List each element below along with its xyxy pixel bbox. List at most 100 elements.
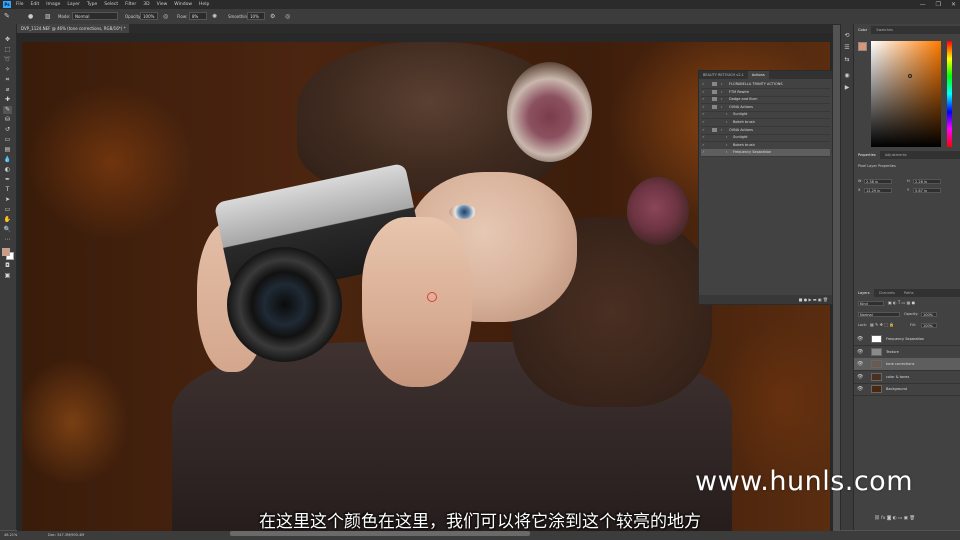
tab-channels[interactable]: Channels [875,289,899,297]
history-brush-tool-icon[interactable]: ↺ [3,126,12,134]
menu-3d[interactable]: 3D [143,0,149,9]
crop-tool-icon[interactable]: ⌗ [3,76,12,84]
airbrush-icon[interactable]: ✺ [212,13,217,20]
tab-adjustments[interactable]: Adjustments [881,151,911,159]
tab-paths[interactable]: Paths [900,289,918,297]
width-field[interactable]: 2.38 in [864,179,892,184]
expand-arrow-icon[interactable]: › [726,111,727,118]
action-toggle-check-icon[interactable]: ✓ [702,81,705,88]
layer-row[interactable]: 👁 Frequency Separation [854,333,960,346]
expand-arrow-icon[interactable]: › [721,104,722,111]
blend-mode-select[interactable]: Normal [858,312,900,317]
hue-slider[interactable] [947,41,952,147]
action-row[interactable]: ✓ › Frequency Separation [701,149,830,158]
tab-color[interactable]: Color [854,26,872,34]
shape-tool-icon[interactable]: ▭ [3,206,12,214]
maximize-icon[interactable]: ❐ [936,0,941,9]
action-toggle-check-icon[interactable]: ✓ [702,119,705,126]
expand-arrow-icon[interactable]: › [726,149,727,156]
gear-icon[interactable]: ⚙ [270,13,275,20]
healing-tool-icon[interactable]: ✚ [3,96,12,104]
fill-input[interactable]: 100% [921,323,937,328]
minimize-icon[interactable]: — [920,0,926,9]
lock-icons[interactable]: ▦ ✎ ✥ ⬚ 🔒 [870,322,894,328]
pressure-opacity-icon[interactable]: ◎ [163,13,168,20]
action-controls-icons[interactable]: ■ ● ▶ ▬ ▣ 🗑 [799,297,832,302]
blur-tool-icon[interactable]: 💧 [3,156,12,164]
type-tool-icon[interactable]: T [3,186,12,194]
tab-layers[interactable]: Layers [854,289,874,297]
menu-edit[interactable]: Edit [31,0,40,9]
more-tools-icon[interactable]: ⋯ [3,236,12,244]
brush-tool-icon[interactable]: ✎ [4,13,10,20]
gradient-tool-icon[interactable]: ▤ [3,146,12,154]
expand-arrow-icon[interactable]: › [726,142,727,149]
move-tool-icon[interactable]: ✥ [3,36,12,44]
menu-view[interactable]: View [157,0,168,9]
screen-mode-icon[interactable]: ▣ [3,272,12,280]
document-tab[interactable]: DVP_1124.NEF @ 46% (tone corrections, RG… [17,24,129,33]
action-toggle-check-icon[interactable]: ✓ [702,149,705,156]
clone-stamp-tool-icon[interactable]: ⛁ [3,116,12,124]
visibility-eye-icon[interactable]: 👁 [857,371,863,383]
menu-window[interactable]: Window [174,0,192,9]
adjust-icon[interactable]: ⇆ [843,56,851,64]
layer-row[interactable]: 👁 Background [854,383,960,396]
opacity-input[interactable]: 100% [140,12,158,20]
expand-arrow-icon[interactable]: › [721,96,722,103]
quick-select-tool-icon[interactable]: ✧ [3,66,12,74]
layer-filter-kind[interactable]: Kind [858,301,884,306]
tab-properties[interactable]: Properties [854,151,880,159]
menu-type[interactable]: Type [87,0,97,9]
eyedropper-tool-icon[interactable]: ⌀ [3,86,12,94]
tab-swatches[interactable]: Swatches [872,26,897,34]
visibility-eye-icon[interactable]: 👁 [857,333,863,345]
tab-beauty-retouch[interactable]: BEAUTY RETOUCH v2.1 [699,71,748,79]
x-field[interactable]: 12.29 in [864,188,892,193]
close-icon[interactable]: ✕ [951,0,956,9]
visibility-eye-icon[interactable]: 👁 [857,358,863,370]
pen-tool-icon[interactable]: ✒ [3,176,12,184]
layer-row[interactable]: 👁 Texture [854,346,960,359]
layer-filter-icons[interactable]: ▣ ◐ T ▭ ▦ ● [888,300,915,306]
path-select-tool-icon[interactable]: ➤ [3,196,12,204]
marquee-tool-icon[interactable]: ⬚ [3,46,12,54]
zoom-tool-icon[interactable]: 🔍 [3,226,12,234]
menu-image[interactable]: Image [46,0,60,9]
menu-filter[interactable]: Filter [125,0,136,9]
action-toggle-check-icon[interactable]: ✓ [702,134,705,141]
color-foreground-swatch[interactable] [858,42,867,51]
visibility-eye-icon[interactable]: 👁 [857,346,863,358]
lasso-tool-icon[interactable]: ➰ [3,56,12,64]
expand-arrow-icon[interactable]: › [721,81,722,88]
action-toggle-check-icon[interactable]: ✓ [702,142,705,149]
zoom-level[interactable]: 46.21% [4,531,17,540]
hand-tool-icon[interactable]: ✋ [3,216,12,224]
properties-icon[interactable]: ☰ [843,44,851,52]
visibility-eye-icon[interactable]: 👁 [857,383,863,395]
menu-layer[interactable]: Layer [67,0,80,9]
foreground-color-swatch[interactable] [2,248,10,256]
mode-select[interactable]: Normal [72,12,118,20]
expand-arrow-icon[interactable]: › [726,119,727,126]
height-field[interactable]: 2.26 in [913,179,941,184]
quick-mask-icon[interactable]: ◘ [3,262,12,270]
layer-row[interactable]: 👁 color & tones [854,371,960,384]
action-toggle-check-icon[interactable]: ✓ [702,96,705,103]
action-toggle-check-icon[interactable]: ✓ [702,89,705,96]
dodge-tool-icon[interactable]: ◐ [3,166,12,174]
menu-help[interactable]: Help [199,0,209,9]
flow-input[interactable]: 8% [189,12,207,20]
tab-actions[interactable]: Actions [747,71,769,79]
play-action-icon[interactable]: ▶ [843,84,851,92]
expand-arrow-icon[interactable]: › [721,127,722,134]
expand-arrow-icon[interactable]: › [721,89,722,96]
expand-arrow-icon[interactable]: › [726,134,727,141]
brush-settings-icon[interactable]: ▨ [45,13,51,20]
smoothing-input[interactable]: 10% [247,12,265,20]
color-picker-field[interactable] [871,41,941,147]
pressure-size-icon[interactable]: ◎ [285,13,290,20]
action-toggle-check-icon[interactable]: ✓ [702,111,705,118]
eraser-tool-icon[interactable]: ▭ [3,136,12,144]
color-picker-handle[interactable] [908,74,912,78]
